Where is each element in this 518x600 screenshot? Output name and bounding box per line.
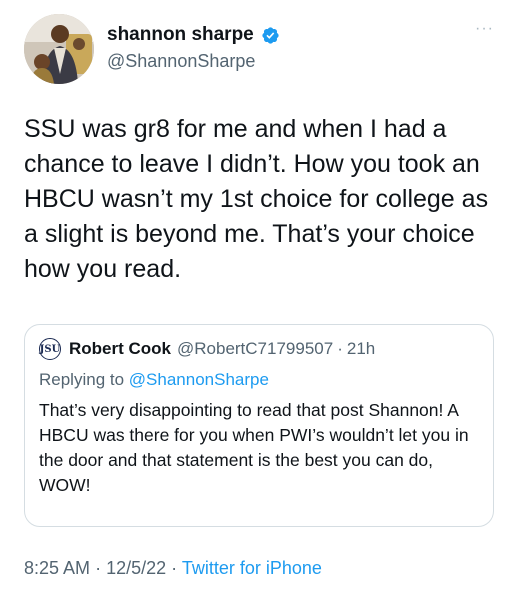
tweet-header: shannon sharpe @ShannonSharpe ··· (24, 14, 494, 84)
author-avatar[interactable] (24, 14, 94, 84)
quoted-author-name: Robert Cook (69, 339, 171, 358)
quoted-tweet-text: That’s very disappointing to read that p… (39, 400, 469, 495)
tweet-meta: 8:25 AM · 12/5/22 · Twitter for iPhone (24, 558, 322, 579)
replying-prefix: Replying to (39, 370, 125, 389)
avatar-photo-icon (24, 14, 94, 84)
tweet-source[interactable]: Twitter for iPhone (182, 558, 322, 578)
tweet-card: shannon sharpe @ShannonSharpe ··· SSU wa… (0, 0, 518, 600)
replying-to-link[interactable]: @ShannonSharpe (129, 370, 269, 389)
quoted-timestamp: 21h (346, 339, 376, 358)
author-info: shannon sharpe @ShannonSharpe (107, 24, 280, 72)
quoted-author-avatar: JSU (39, 338, 61, 360)
tweet-time[interactable]: 8:25 AM (24, 558, 90, 578)
quoted-separator: · (337, 339, 343, 358)
replying-to-line: Replying to @ShannonSharpe (39, 370, 479, 390)
quoted-tweet[interactable]: JSU Robert Cook @RobertC71799507 · 21h R… (24, 324, 494, 527)
more-dots-icon[interactable]: ··· (475, 21, 494, 37)
tweet-date[interactable]: 12/5/22 (106, 558, 166, 578)
tweet-text: SSU was gr8 for me and when I had a chan… (24, 115, 489, 283)
quoted-tweet-header: JSU Robert Cook @RobertC71799507 · 21h (39, 338, 479, 360)
author-name-row: shannon sharpe (107, 24, 280, 46)
author-display-name[interactable]: shannon sharpe (107, 24, 254, 46)
meta-separator: · (95, 558, 102, 578)
quoted-author-handle: @RobertC71799507 (177, 339, 334, 358)
author-handle[interactable]: @ShannonSharpe (107, 51, 280, 72)
verified-badge-icon (261, 26, 280, 45)
meta-separator-2: · (171, 558, 178, 578)
